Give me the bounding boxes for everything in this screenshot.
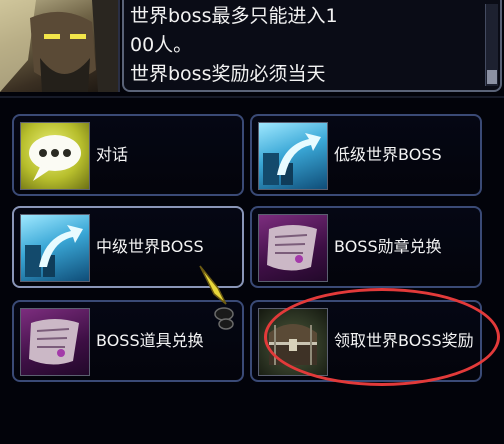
scroll-down-arrow-icon[interactable] <box>487 70 497 84</box>
npc-dialog-text: 世界boss最多只能进入1 00人。 世界boss奖励必须当天 <box>130 2 482 89</box>
divider <box>0 96 504 98</box>
dialog-line: 世界boss最多只能进入1 <box>130 5 338 27</box>
dialog-scrollbar[interactable] <box>485 4 498 86</box>
treasure-chest-icon <box>258 308 328 376</box>
option-label: BOSS道具兑换 <box>96 331 204 350</box>
option-label: 对话 <box>96 145 129 164</box>
option-boss-medal-exchange-button[interactable]: BOSS勋章兑换 <box>250 206 482 288</box>
dialog-line: 00人。 <box>130 34 193 56</box>
speech-bubble-icon <box>20 122 90 190</box>
option-low-world-boss-button[interactable]: 低级世界BOSS <box>250 114 482 196</box>
portal-arrow-icon <box>20 214 90 282</box>
scroll-icon <box>20 308 90 376</box>
portal-arrow-icon <box>258 122 328 190</box>
option-label: 领取世界BOSS奖励 <box>334 331 474 350</box>
option-talk-button[interactable]: 对话 <box>12 114 244 196</box>
option-label: 中级世界BOSS <box>96 237 204 256</box>
option-label: BOSS勋章兑换 <box>334 237 442 256</box>
dialog-line: 世界boss奖励必须当天 <box>130 63 326 85</box>
option-label: 低级世界BOSS <box>334 145 442 164</box>
scroll-icon <box>258 214 328 282</box>
cursor-icon <box>196 264 244 338</box>
npc-dialog-panel: 世界boss最多只能进入1 00人。 世界boss奖励必须当天 <box>122 0 502 92</box>
npc-portrait <box>0 0 120 92</box>
option-claim-world-boss-reward-button[interactable]: 领取世界BOSS奖励 <box>250 300 482 382</box>
